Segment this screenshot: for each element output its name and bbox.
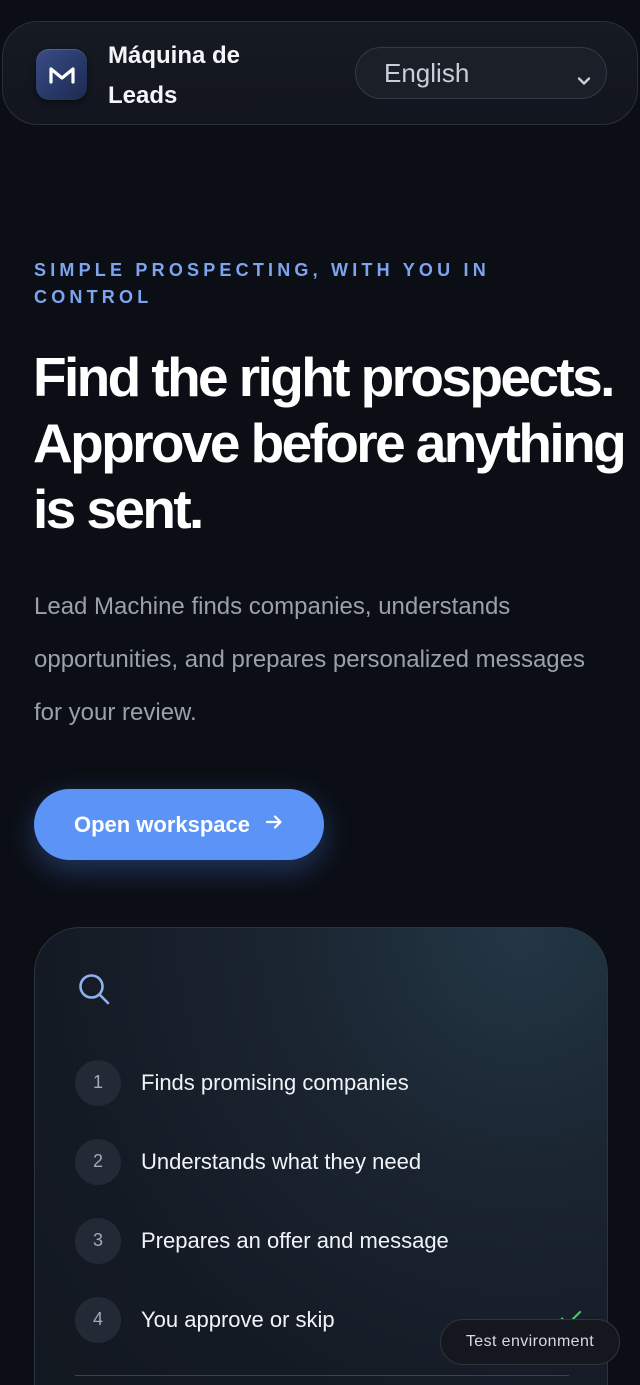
step-label: Prepares an offer and message <box>141 1227 449 1253</box>
divider <box>75 1375 569 1376</box>
hero-description: Lead Machine finds companies, understand… <box>34 593 586 726</box>
hero-headline: Find the right prospects. Approve before… <box>33 346 627 540</box>
step-number: 2 <box>75 1138 121 1185</box>
language-select[interactable]: English <box>355 47 607 99</box>
process-step: 1 Finds promising companies <box>75 1043 575 1122</box>
open-workspace-button[interactable]: Open workspace <box>34 789 324 860</box>
step-label: You approve or skip <box>141 1306 335 1332</box>
process-step: 3 Prepares an offer and message <box>75 1201 575 1280</box>
process-steps: 1 Finds promising companies 2 Understand… <box>75 1043 582 1359</box>
test-environment-badge: Test environment <box>440 1319 620 1365</box>
search-icon <box>77 972 111 1011</box>
step-number: 4 <box>75 1296 121 1343</box>
step-number: 1 <box>75 1059 121 1106</box>
open-workspace-label: Open workspace <box>73 811 251 837</box>
process-step: 2 Understands what they need <box>75 1122 575 1201</box>
step-number: 3 <box>75 1217 121 1264</box>
process-card: 1 Finds promising companies 2 Understand… <box>34 927 608 1385</box>
top-bar: Máquina de Leads English <box>2 21 638 125</box>
step-label: Understands what they need <box>141 1148 422 1174</box>
logo-m-icon[interactable] <box>36 49 87 100</box>
page: Máquina de Leads English SIMPLE PROSPECT… <box>0 0 640 1385</box>
step-label: Finds promising companies <box>141 1069 409 1095</box>
language-value: English <box>384 57 470 88</box>
arrow-right-icon <box>264 812 284 838</box>
chevron-down-icon <box>576 65 592 96</box>
brand-name[interactable]: Máquina de Leads <box>108 36 308 116</box>
hero-eyebrow: SIMPLE PROSPECTING, WITH YOU IN CONTROL <box>34 260 490 307</box>
